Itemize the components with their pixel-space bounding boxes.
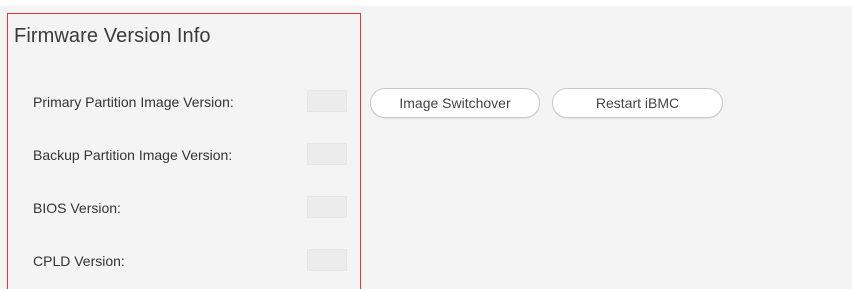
backup-partition-value: [307, 143, 347, 165]
firmware-row-backup: Backup Partition Image Version:: [0, 141, 852, 169]
bios-version-value: [307, 196, 347, 218]
cpld-version-label: CPLD Version:: [33, 253, 125, 269]
bios-version-label: BIOS Version:: [33, 200, 121, 216]
firmware-row-primary: Primary Partition Image Version: Image S…: [0, 88, 852, 118]
primary-partition-label: Primary Partition Image Version:: [33, 94, 234, 110]
firmware-row-cpld: CPLD Version:: [0, 247, 852, 275]
firmware-row-bios: BIOS Version:: [0, 194, 852, 222]
image-switchover-button[interactable]: Image Switchover: [370, 88, 540, 118]
restart-ibmc-button[interactable]: Restart iBMC: [552, 88, 723, 118]
backup-partition-label: Backup Partition Image Version:: [33, 147, 233, 163]
section-title: Firmware Version Info: [14, 25, 211, 47]
cpld-version-value: [307, 249, 347, 271]
primary-partition-value: [307, 90, 347, 112]
